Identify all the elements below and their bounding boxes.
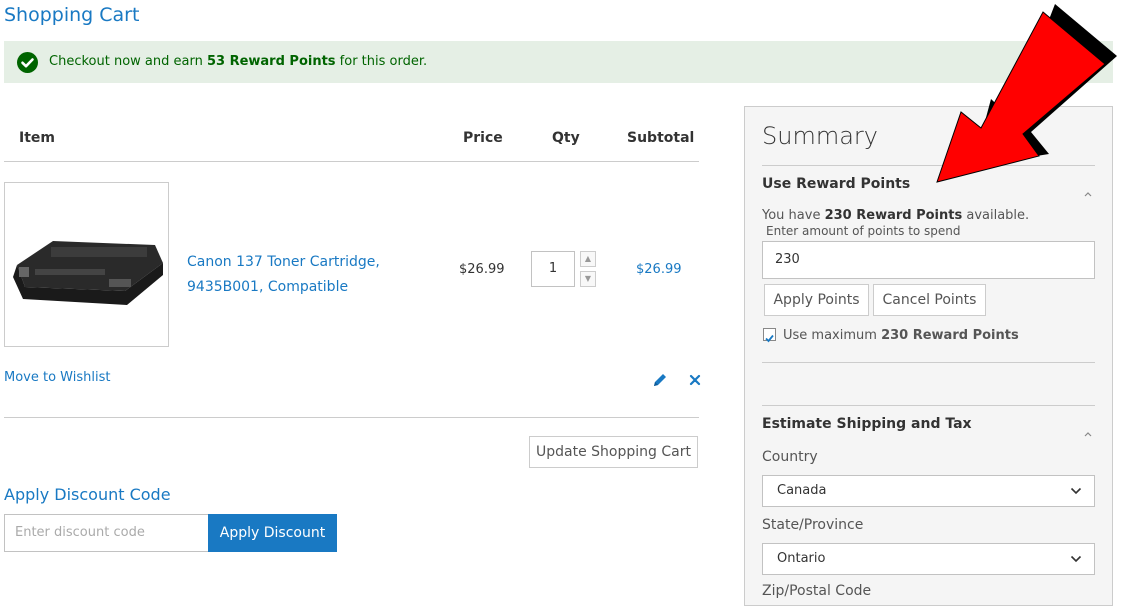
column-header-price: Price [463,130,503,146]
cancel-points-button[interactable]: Cancel Points [873,284,986,316]
item-price: $26.99 [459,262,505,277]
qty-decrement-button[interactable]: ▼ [580,271,596,287]
toner-cartridge-icon [13,241,163,305]
country-label: Country [762,449,818,465]
apply-points-button[interactable]: Apply Points [764,284,869,316]
shipping-tax-section-toggle[interactable]: Estimate Shipping and Tax [762,416,972,432]
product-image[interactable] [4,182,169,347]
summary-title: Summary [762,122,878,150]
points-input-label: Enter amount of points to spend [766,224,961,238]
remove-item-icon[interactable] [688,372,702,386]
country-select[interactable]: Canada [762,475,1095,507]
available-points-text: You have 230 Reward Points available. [762,208,1030,223]
column-header-subtotal: Subtotal [627,130,695,146]
move-to-wishlist-link[interactable]: Move to Wishlist [4,370,110,385]
section-divider [762,405,1095,406]
state-select[interactable]: Ontario [762,543,1095,575]
product-name-link[interactable]: Canon 137 Toner Cartridge, 9435B001, Com… [187,250,397,300]
qty-input[interactable]: 1 [531,251,575,287]
reward-points-input[interactable]: 230 [762,241,1095,279]
chevron-up-icon[interactable] [1083,422,1093,437]
header-divider [4,161,699,162]
banner-message: Checkout now and earn 53 Reward Points f… [49,54,428,69]
column-header-qty: Qty [552,130,580,146]
chevron-down-icon [1070,487,1082,495]
chevron-down-icon [1070,555,1082,563]
discount-code-input[interactable]: Enter discount code [4,514,209,552]
checkmark-icon [765,334,774,343]
section-divider [762,362,1095,363]
reward-points-section-toggle[interactable]: Use Reward Points [762,176,910,192]
column-header-item: Item [19,130,55,146]
update-cart-button[interactable]: Update Shopping Cart [529,436,698,468]
zip-label: Zip/Postal Code [762,583,872,599]
banner-points: 53 Reward Points [206,54,336,69]
row-divider [4,417,699,418]
page-title: Shopping Cart [4,4,140,26]
qty-increment-button[interactable]: ▲ [580,251,596,267]
edit-pencil-icon[interactable] [652,372,668,388]
discount-title: Apply Discount Code [4,485,171,504]
item-subtotal: $26.99 [636,262,682,277]
use-max-points-checkbox[interactable] [763,328,776,343]
state-label: State/Province [762,517,864,533]
red-arrow-annotation [936,4,1117,183]
apply-discount-button[interactable]: Apply Discount [208,514,337,552]
use-max-points-label: Use maximum 230 Reward Points [783,328,1019,343]
check-circle-icon [17,52,38,73]
